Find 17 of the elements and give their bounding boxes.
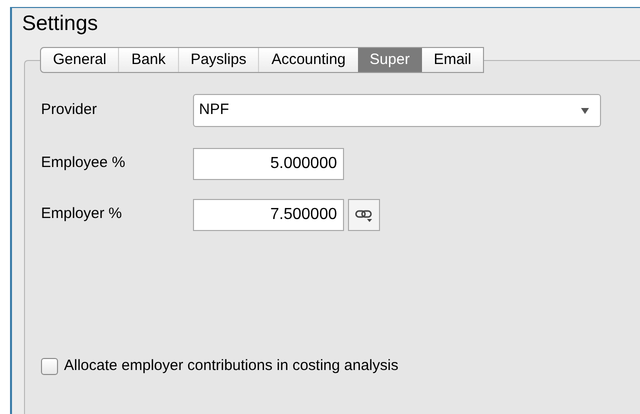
checkbox-label: Allocate employer contributions in costing analysis <box>64 356 398 376</box>
provider-dropdown[interactable]: NPF <box>193 94 601 127</box>
field-label: Provider <box>41 100 98 120</box>
field-label: Employer % <box>41 204 123 224</box>
tab[interactable]: Payslips <box>178 48 258 72</box>
link-menu-button[interactable] <box>348 198 380 230</box>
input-field[interactable]: 7.500000 <box>193 198 344 230</box>
window-title: Settings <box>21 11 98 37</box>
input-field[interactable]: 5.000000 <box>193 148 344 180</box>
tab[interactable]: Super <box>358 48 422 72</box>
checkbox[interactable] <box>41 358 58 375</box>
caret-icon <box>580 106 590 114</box>
tab[interactable]: Bank <box>118 48 178 72</box>
tab[interactable]: General <box>41 48 118 72</box>
tab[interactable]: Email <box>422 48 484 72</box>
field-label: Employee % <box>41 153 126 174</box>
dropdown-value: NPF <box>198 100 230 120</box>
